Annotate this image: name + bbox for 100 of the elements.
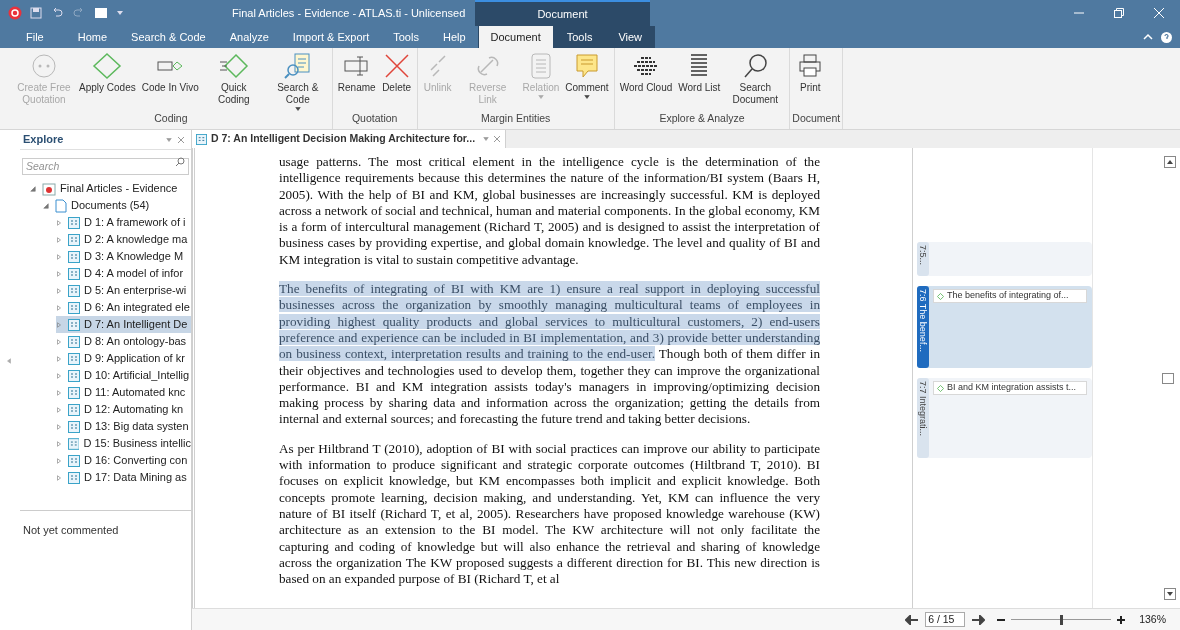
tree-item[interactable]: D 8: An ontology-bas	[56, 333, 191, 350]
page-field[interactable]: 6 / 15	[925, 612, 966, 627]
collapsed-arrow-icon[interactable]	[56, 372, 62, 379]
collapse-ribbon-icon[interactable]	[1143, 33, 1153, 41]
tree-item[interactable]: D 7: An Intelligent De	[56, 316, 191, 333]
ribbon-button[interactable]: Search Document	[723, 52, 788, 106]
margin-quotation[interactable]: 7:5...	[917, 242, 1092, 276]
scroll-down-icon[interactable]	[1164, 588, 1176, 600]
collapsed-arrow-icon[interactable]	[56, 423, 62, 430]
ribbon-tab[interactable]: Document	[477, 26, 554, 48]
tree-item[interactable]: D 5: An enterprise-wi	[56, 282, 191, 299]
tree-item[interactable]: D 10: Artificial_Intellig	[56, 367, 191, 384]
code-tag[interactable]: BI and KM integration assists t...	[933, 381, 1087, 395]
tree-item[interactable]: D 12: Automating kn	[56, 401, 191, 418]
ribbon-button[interactable]: Word List	[675, 52, 724, 94]
tree-item[interactable]: D 11: Automated knc	[56, 384, 191, 401]
document-tab[interactable]: D 7: An Intelligent Decision Making Architecture for...	[192, 130, 507, 148]
ribbon-button[interactable]: Code In Vivo	[138, 52, 202, 94]
collapsed-arrow-icon[interactable]	[56, 287, 62, 294]
ribbon-button[interactable]: Rename	[334, 52, 379, 94]
page-marker-icon	[1162, 372, 1174, 384]
tree-item[interactable]: D 6: An integrated ele	[56, 299, 191, 316]
scroll-up-icon[interactable]	[1164, 156, 1176, 168]
tree-item[interactable]: D 16: Converting con	[56, 452, 191, 469]
zoom-percent: 136%	[1139, 611, 1166, 627]
quotation-label: 7:6 The benef...	[917, 289, 929, 354]
tree-item[interactable]: Documents (54)	[43, 197, 191, 214]
ribbon-button[interactable]: Search & Code	[265, 52, 330, 112]
tree-item[interactable]: D 9: Application of kr	[56, 350, 191, 367]
ribbon-tab[interactable]: Tools	[553, 26, 606, 48]
collapsed-arrow-icon[interactable]	[56, 474, 62, 481]
tree-item[interactable]: D 3: A Knowledge M	[56, 248, 191, 265]
collapse-panel-icon[interactable]	[6, 358, 12, 364]
tree-item-label: D 8: An ontology-bas	[84, 334, 187, 350]
ribbon-button[interactable]: Delete	[378, 52, 415, 94]
ribbon-tab[interactable]: File	[14, 26, 56, 48]
collapsed-arrow-icon[interactable]	[56, 406, 62, 413]
tree-item-label: D 13: Big data systen	[84, 419, 189, 435]
save-icon[interactable]	[30, 7, 42, 19]
margin-quotation[interactable]: 7:7 Integrati... BI and KM integration assists t...	[917, 378, 1092, 458]
ribbon-tab[interactable]: Help	[430, 26, 478, 48]
margin-quotation[interactable]: 7:6 The benef... The benefits of integrating of...	[917, 286, 1092, 368]
ribbon-button[interactable]: Print	[792, 52, 829, 94]
expanded-arrow-icon[interactable]	[43, 202, 49, 209]
ribbon-tab[interactable]: Analyze	[217, 26, 281, 48]
collapsed-arrow-icon[interactable]	[56, 338, 62, 345]
search-field[interactable]: Search	[22, 157, 189, 175]
tree-item[interactable]: D 13: Big data systen	[56, 418, 191, 435]
document-icon	[68, 216, 80, 229]
dropdown-caret-icon[interactable]	[583, 94, 590, 100]
expanded-arrow-icon[interactable]	[30, 185, 36, 192]
tab-menu-icon[interactable]	[483, 136, 490, 142]
diamond-icon	[92, 52, 123, 80]
collapsed-arrow-icon[interactable]	[56, 219, 62, 226]
zoom-slider[interactable]	[1011, 614, 1112, 625]
collapsed-arrow-icon[interactable]	[56, 236, 62, 243]
ribbon-button[interactable]: Apply Codes	[76, 52, 139, 94]
tree-item-label: D 4: A model of infor	[84, 266, 184, 282]
collapsed-arrow-icon[interactable]	[56, 389, 62, 396]
help-icon[interactable]	[1161, 31, 1172, 43]
window-layout-icon[interactable]	[94, 7, 108, 19]
ribbon-tab[interactable]: Tools	[381, 26, 431, 48]
collapsed-arrow-icon[interactable]	[56, 304, 62, 311]
tree-item[interactable]: D 17: Data Mining as	[56, 469, 191, 486]
tree-item[interactable]: D 2: A knowledge ma	[56, 231, 191, 248]
ribbon-button[interactable]: Word Cloud	[616, 52, 676, 94]
code-tag[interactable]: The benefits of integrating of...	[933, 289, 1087, 303]
collapsed-arrow-icon[interactable]	[56, 440, 62, 447]
collapsed-arrow-icon[interactable]	[56, 355, 62, 362]
collapsed-arrow-icon[interactable]	[56, 457, 62, 464]
dropdown-caret-icon[interactable]	[294, 106, 301, 112]
close-icon[interactable]	[493, 135, 502, 143]
tree-item[interactable]: D 15: Business intellic	[56, 435, 191, 452]
ribbon-tab[interactable]: Search & Code	[119, 26, 218, 48]
previous-page-icon[interactable]	[905, 614, 920, 625]
collapsed-arrow-icon[interactable]	[56, 321, 62, 328]
paragraph: The benefits of integrating of BI with KM are 1) ensure a real support in deploying successful businesses across the organization by smoothly managing multicultural teams of employees in providing highest quality products and global services to multicultural customers, 2) end-users preference and experience can be included in BI implementation, and 3) provide better understanding on business context, interpretation results and training to the end-user. Though both of them differ in their objectives and technologies used to develop them, together they can improve the organizational performance. BI and KM integration assists today's managers in improving/optimizing decision making process by sharing data and information across the organization; getting the details from internal and external sources; and forecasting the future trend and taking better decisions.	[279, 281, 820, 428]
ribbon-group-label: Explore & Analyze	[658, 111, 746, 127]
tree-item[interactable]: D 4: A model of infor	[56, 265, 191, 282]
zoom-in-icon[interactable]	[1117, 615, 1126, 624]
ribbon-group-label: Quotation	[350, 111, 399, 127]
next-page-icon[interactable]	[971, 614, 986, 625]
tree-item[interactable]: Final Articles - Evidence	[30, 180, 191, 197]
ribbon-tab[interactable]: Import & Export	[280, 26, 382, 48]
panel-menu-icon[interactable]	[166, 136, 172, 143]
close-icon[interactable]	[177, 135, 185, 144]
customize-arrow-icon[interactable]	[116, 9, 124, 17]
ribbon-tab[interactable]: Home	[65, 26, 120, 48]
collapsed-arrow-icon[interactable]	[56, 270, 62, 277]
document-icon	[68, 301, 80, 314]
tree-item-label: D 5: An enterprise-wi	[84, 283, 187, 299]
slider-thumb[interactable]	[1060, 614, 1064, 625]
document-icon	[68, 454, 80, 467]
tree-item[interactable]: D 1: A framework of i	[56, 214, 191, 231]
ribbon-button[interactable]: Comment	[562, 52, 612, 100]
collapsed-arrow-icon[interactable]	[56, 253, 62, 260]
document-icon	[68, 318, 80, 331]
ribbon-button[interactable]: Quick Coding	[201, 52, 266, 106]
ribbon-tab[interactable]: View	[605, 26, 656, 48]
restore-icon[interactable]	[1114, 8, 1124, 18]
